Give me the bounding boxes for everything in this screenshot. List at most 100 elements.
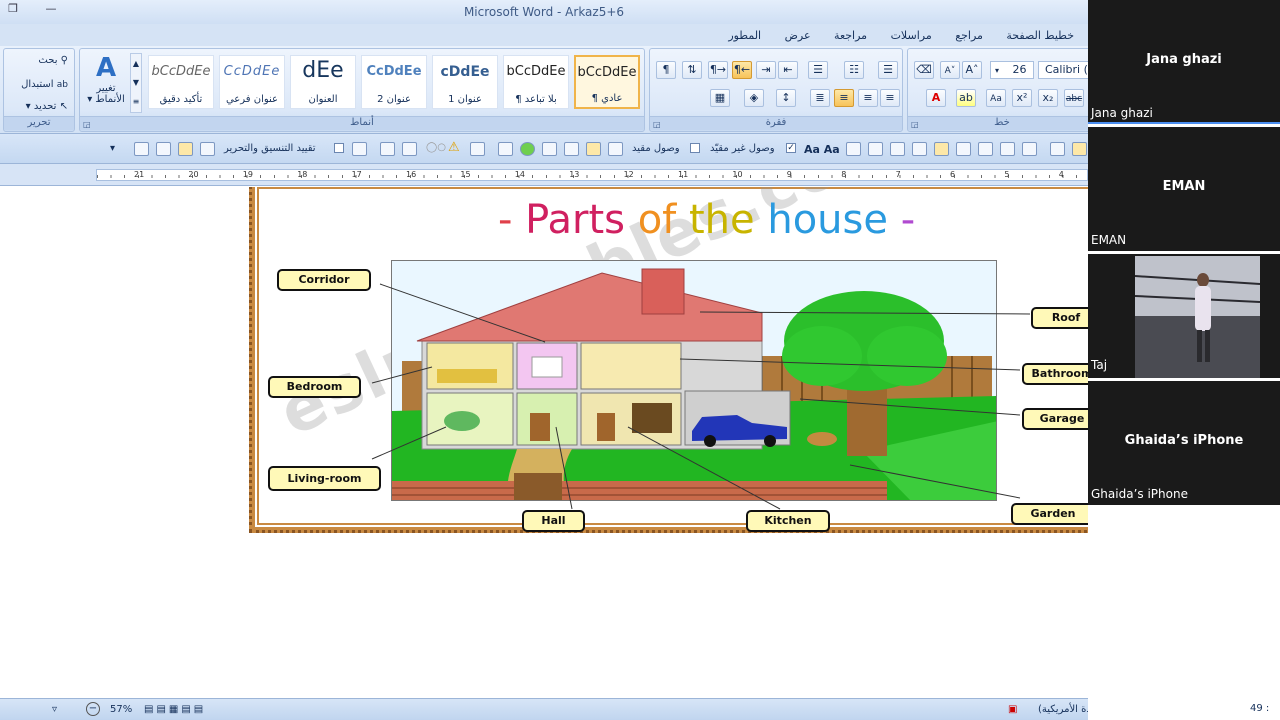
bullet-list-button[interactable]: ☰ [878,61,898,79]
zoom-level[interactable]: 57% [110,704,132,715]
qat-menu-icon[interactable]: ▾ [110,143,115,154]
zoom-out-icon[interactable]: − [86,702,100,716]
view-buttons-icon[interactable]: ▤▤▦▤▤ [144,704,206,715]
unlinked-access-label[interactable]: وصول غير مقيّد [710,143,775,154]
unlinked-checkbox[interactable]: ✓ [786,143,796,153]
tab-references[interactable]: مراجع [945,24,993,46]
participant-tile[interactable]: Jana ghazi Jana ghazi [1088,0,1280,124]
participant-tile[interactable]: Taj [1088,254,1280,378]
paste-icon[interactable] [890,142,905,156]
rtl-button[interactable]: ¶← [732,61,752,79]
horizontal-ruler[interactable]: 21 20 19 18 17 16 15 14 13 12 11 10 9 8 7 6 5 4 [0,164,1088,186]
form-fields-icon[interactable] [134,142,149,156]
color-picker-icon[interactable] [564,142,579,156]
language-indicator[interactable]: الإنجليزية (الولايات المتحدة الأمريكية) [1038,704,1088,715]
tab-review[interactable]: مراجعة [824,24,877,46]
font-icon[interactable] [586,142,601,156]
document-icon[interactable] [912,142,927,156]
change-styles-button[interactable]: A تغيير ▾ الأنماط [84,53,128,113]
increase-indent-button[interactable]: ⇥ [756,61,776,79]
font-size-select[interactable]: ▾ 26 [990,61,1034,79]
line-spacing-button[interactable]: ↕ [776,89,796,107]
tab-mailings[interactable]: مراسلات [881,24,942,46]
linked-access-label[interactable]: وصول مقيد [632,143,680,154]
document-canvas[interactable]: eslprintables.com - Parts of the house - [0,187,1088,698]
participant-label: Taj [1091,358,1108,372]
pen-icon[interactable] [608,142,623,156]
style-title[interactable]: dEe العنوان [290,55,356,109]
numbered-list-button[interactable]: ☷ [844,61,864,79]
linked-checkbox[interactable] [690,143,700,153]
picture-icon[interactable] [156,142,171,156]
table-icon[interactable] [846,142,861,156]
align-right-button[interactable]: ≡ [880,89,900,107]
highlight-button[interactable]: ab [956,89,976,107]
paragraph-launcher-icon[interactable]: ◲ [653,120,661,129]
justify-button[interactable]: ≣ [810,89,830,107]
layout-icon[interactable] [956,142,971,156]
word-icon[interactable] [934,142,949,156]
participant-tile[interactable]: EMAN EMAN [1088,127,1280,251]
warning-icon[interactable]: ⚠ [448,141,463,156]
scroll-down-icon[interactable]: ▼ [131,73,141,92]
tab-view[interactable]: عرض [775,24,821,46]
font-aa-icon[interactable]: Aa Aa [804,143,840,156]
grow-font-button[interactable]: A˄ [962,61,982,79]
align-center-button[interactable]: ≡ [834,89,854,107]
style-no-spacing[interactable]: bCcDdEe ¶ بلا تباعد [503,55,569,109]
font-launcher-icon[interactable]: ◲ [911,120,919,129]
tab-developer[interactable]: المطور [718,24,771,46]
font-name-select[interactable]: Calibri ( [1038,61,1088,79]
superscript-button[interactable]: x² [1012,89,1032,107]
globe-icon[interactable] [520,142,535,156]
style-subtitle[interactable]: CcDdEe عنوان فرعي [219,55,285,109]
styles-scroll[interactable]: ▲ ▼ ≡ [130,53,142,113]
shading-button[interactable]: ◈ [744,89,764,107]
style-normal[interactable]: bCcDdEe ¶ عادي [574,55,640,109]
clip-icon[interactable] [1072,142,1087,156]
align-left-button[interactable]: ≡ [858,89,878,107]
grid-icon[interactable] [542,142,557,156]
change-case-button[interactable]: Aa [986,89,1006,107]
style-subtle-emphasis[interactable]: bCcDdEe تأكيد دقيق [148,55,214,109]
scroll-up-icon[interactable]: ▲ [131,54,141,73]
show-marks-button[interactable]: ¶ [656,61,676,79]
styles-launcher-icon[interactable]: ◲ [83,120,91,129]
insert-icon[interactable] [1022,142,1037,156]
style-heading-2[interactable]: CcDdEe عنوان 2 [361,55,427,109]
replace-button[interactable]: استبدال ab [21,79,68,90]
clear-format-button[interactable]: ⌫ [914,61,934,79]
more-icon[interactable]: ≡ [131,92,141,111]
macro-icon[interactable] [352,142,367,156]
find-button[interactable]: بحث ⚲ [38,55,68,66]
ltr-button[interactable]: ¶→ [708,61,728,79]
restrict-checkbox[interactable] [334,143,344,153]
sort-button[interactable]: ⇅ [682,61,702,79]
subscript-button[interactable]: x₂ [1038,89,1058,107]
protect-icon[interactable] [200,142,215,156]
participant-tile[interactable]: Ghaida’s iPhone Ghaida’s iPhone [1088,381,1280,505]
zoom-slider-thumb-icon[interactable]: ▿ [52,704,57,715]
borders-button[interactable]: ▦ [710,89,730,107]
restrict-editing-label[interactable]: تقييد التنسيق والتحرير [224,143,316,154]
select-objects-icon[interactable] [1000,142,1015,156]
font-color-button[interactable]: A [926,89,946,107]
toggle-icon[interactable]: ◯○ [426,142,446,156]
word-count-display[interactable]: 49 : [1250,703,1280,714]
decrease-indent-button[interactable]: ⇤ [778,61,798,79]
design-mode-icon[interactable] [178,142,193,156]
wizard-icon[interactable] [498,142,513,156]
style-heading-1[interactable]: cDdEe عنوان 1 [432,55,498,109]
ungroup-icon[interactable] [402,142,417,156]
frame-icon[interactable] [978,142,993,156]
group-icon[interactable] [380,142,395,156]
shrink-font-button[interactable]: A˅ [940,61,960,79]
note-icon[interactable] [1050,142,1065,156]
strikethrough-button[interactable]: abc [1064,89,1084,107]
multilevel-list-button[interactable]: ☰ [808,61,828,79]
copy-icon[interactable] [868,142,883,156]
proofing-icon[interactable]: ▣ [1008,704,1017,715]
tab-page-layout[interactable]: خطيط الصفحة [996,24,1084,46]
properties-icon[interactable] [470,142,485,156]
select-button[interactable]: ▾ تحديد ↖ [26,101,68,112]
